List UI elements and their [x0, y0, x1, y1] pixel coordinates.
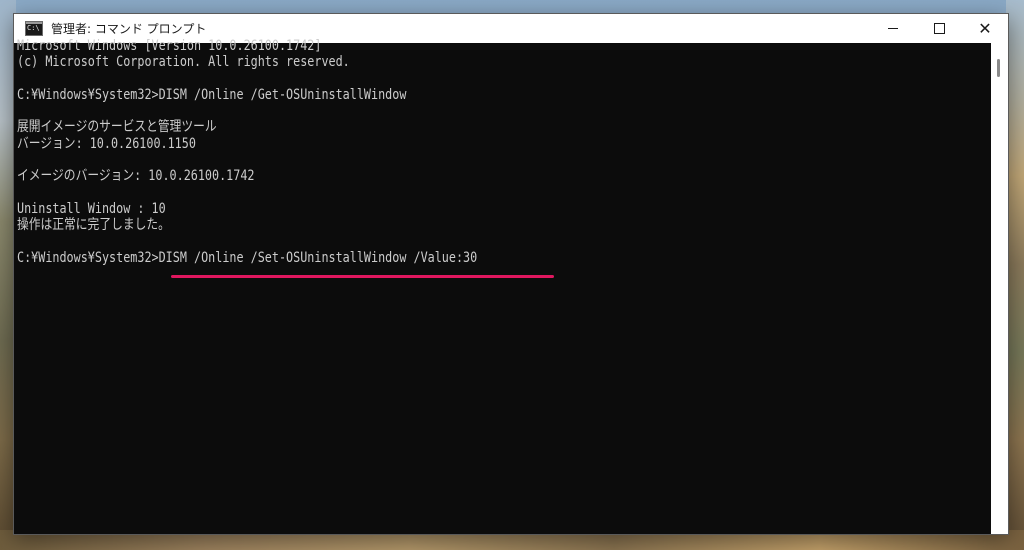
command-prompt-window: C:\ 管理者: コマンド プロンプト ✕ Microsoft Windows … — [13, 13, 1009, 535]
console-line: Uninstall Window : 10 — [17, 200, 166, 217]
command-prompt-icon-text: C:\ — [27, 24, 40, 32]
close-icon: ✕ — [978, 18, 992, 38]
window-title: 管理者: コマンド プロンプト — [51, 22, 207, 36]
minimize-icon — [888, 28, 898, 29]
console-line: 展開イメージのサービスと管理ツール — [17, 119, 217, 136]
console-area[interactable]: Microsoft Windows [Version 10.0.26100.17… — [14, 38, 1008, 534]
maximize-icon — [933, 23, 945, 34]
console-line: Microsoft Windows [Version 10.0.26100.17… — [17, 38, 322, 54]
console-line: バージョン: 10.0.26100.1150 — [17, 135, 196, 152]
vertical-scrollbar[interactable] — [991, 43, 1008, 534]
command-prompt-icon[interactable]: C:\ — [25, 21, 43, 36]
console-line: (c) Microsoft Corporation. All rights re… — [17, 54, 350, 71]
console-line: 操作は正常に完了しました。 — [17, 217, 170, 234]
console-line: イメージのバージョン: 10.0.26100.1742 — [17, 168, 255, 185]
console-line: C:¥Windows¥System32>DISM /Online /Get-OS… — [17, 86, 407, 103]
console-output: Microsoft Windows [Version 10.0.26100.17… — [17, 38, 977, 266]
command-highlight-underline — [171, 275, 554, 278]
console-command-line: C:¥Windows¥System32>DISM /Online /Set-OS… — [17, 249, 478, 266]
scrollbar-thumb[interactable] — [997, 59, 1000, 77]
